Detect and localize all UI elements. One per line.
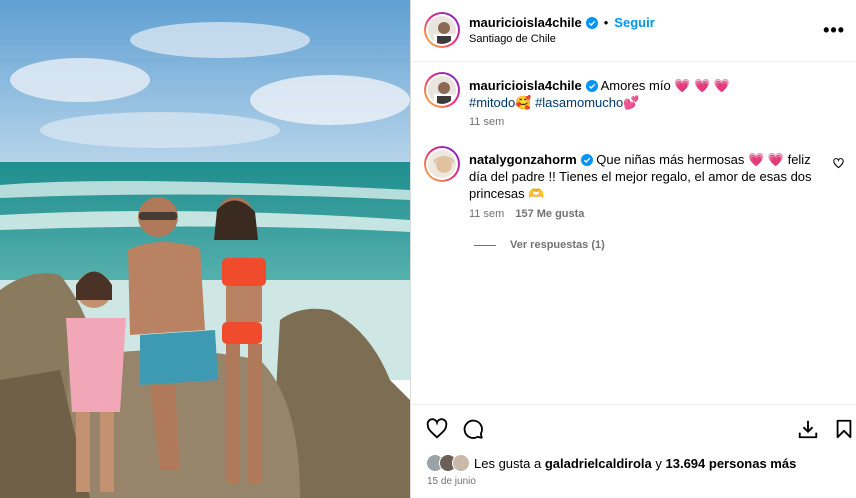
bookmark-icon[interactable] [833, 418, 855, 440]
post-header: mauricioisla4chile • Seguir Santiago de Ch… [411, 0, 856, 62]
post-photo[interactable] [0, 0, 410, 498]
likes-middle: y [651, 456, 666, 471]
view-replies-label: Ver respuestas (1) [510, 239, 605, 251]
likes-prefix: Les gusta a [474, 456, 545, 471]
caption-text: Amores mío 💗 💗 💗 [600, 78, 731, 93]
caption-emoji: 🥰 [515, 95, 532, 110]
heart-icon[interactable] [426, 418, 448, 440]
caption-emoji: 💕 [623, 95, 640, 110]
comment-likes[interactable]: 157 Me gusta [515, 208, 584, 220]
hashtag-mitodo[interactable]: #mitodo [469, 95, 515, 110]
caption-time[interactable]: 11 sem [469, 116, 504, 128]
caption: mauricioisla4chile Amores mío 💗 💗 💗 #mit… [469, 77, 839, 111]
post-date[interactable]: 15 de junio [427, 476, 476, 487]
comment-icon[interactable] [462, 418, 484, 440]
more-options-icon[interactable]: ••• [823, 20, 845, 41]
verified-badge-icon [585, 17, 598, 29]
verified-badge-icon [585, 80, 598, 92]
liker-username[interactable]: galadrielcaldirola [545, 456, 652, 471]
post-location[interactable]: Santiago de Chile [469, 33, 556, 45]
verified-badge-icon [580, 154, 593, 166]
author-avatar[interactable] [424, 12, 460, 48]
view-replies-button[interactable]: Ver respuestas (1) [474, 239, 605, 251]
separator-dot: • [603, 15, 609, 30]
comment-time[interactable]: 11 sem [469, 208, 504, 220]
hashtag-lasamomucho[interactable]: #lasamomucho [535, 95, 623, 110]
commenter-avatar[interactable] [424, 146, 460, 182]
post-side-panel: mauricioisla4chile • Seguir Santiago de Ch… [410, 0, 856, 498]
action-bar [411, 404, 856, 405]
comment-meta: 11 sem 157 Me gusta [469, 208, 584, 220]
commenter-username[interactable]: natalygonzahorm [469, 152, 577, 167]
author-username[interactable]: mauricioisla4chile [469, 15, 582, 30]
download-icon[interactable] [797, 418, 819, 440]
likes-summary: Les gusta a galadrielcaldirola y 13.694 … [474, 456, 796, 471]
replies-line [474, 244, 496, 246]
caption-author-avatar[interactable] [424, 72, 460, 108]
liker-avatar[interactable] [452, 454, 470, 472]
likes-count[interactable]: 13.694 personas más [666, 456, 797, 471]
comment: natalygonzahorm Que niñas más hermosas 💗… [469, 151, 823, 202]
comment-like-heart-icon[interactable] [833, 158, 844, 169]
follow-button[interactable]: Seguir [614, 15, 654, 30]
caption-username[interactable]: mauricioisla4chile [469, 78, 582, 93]
